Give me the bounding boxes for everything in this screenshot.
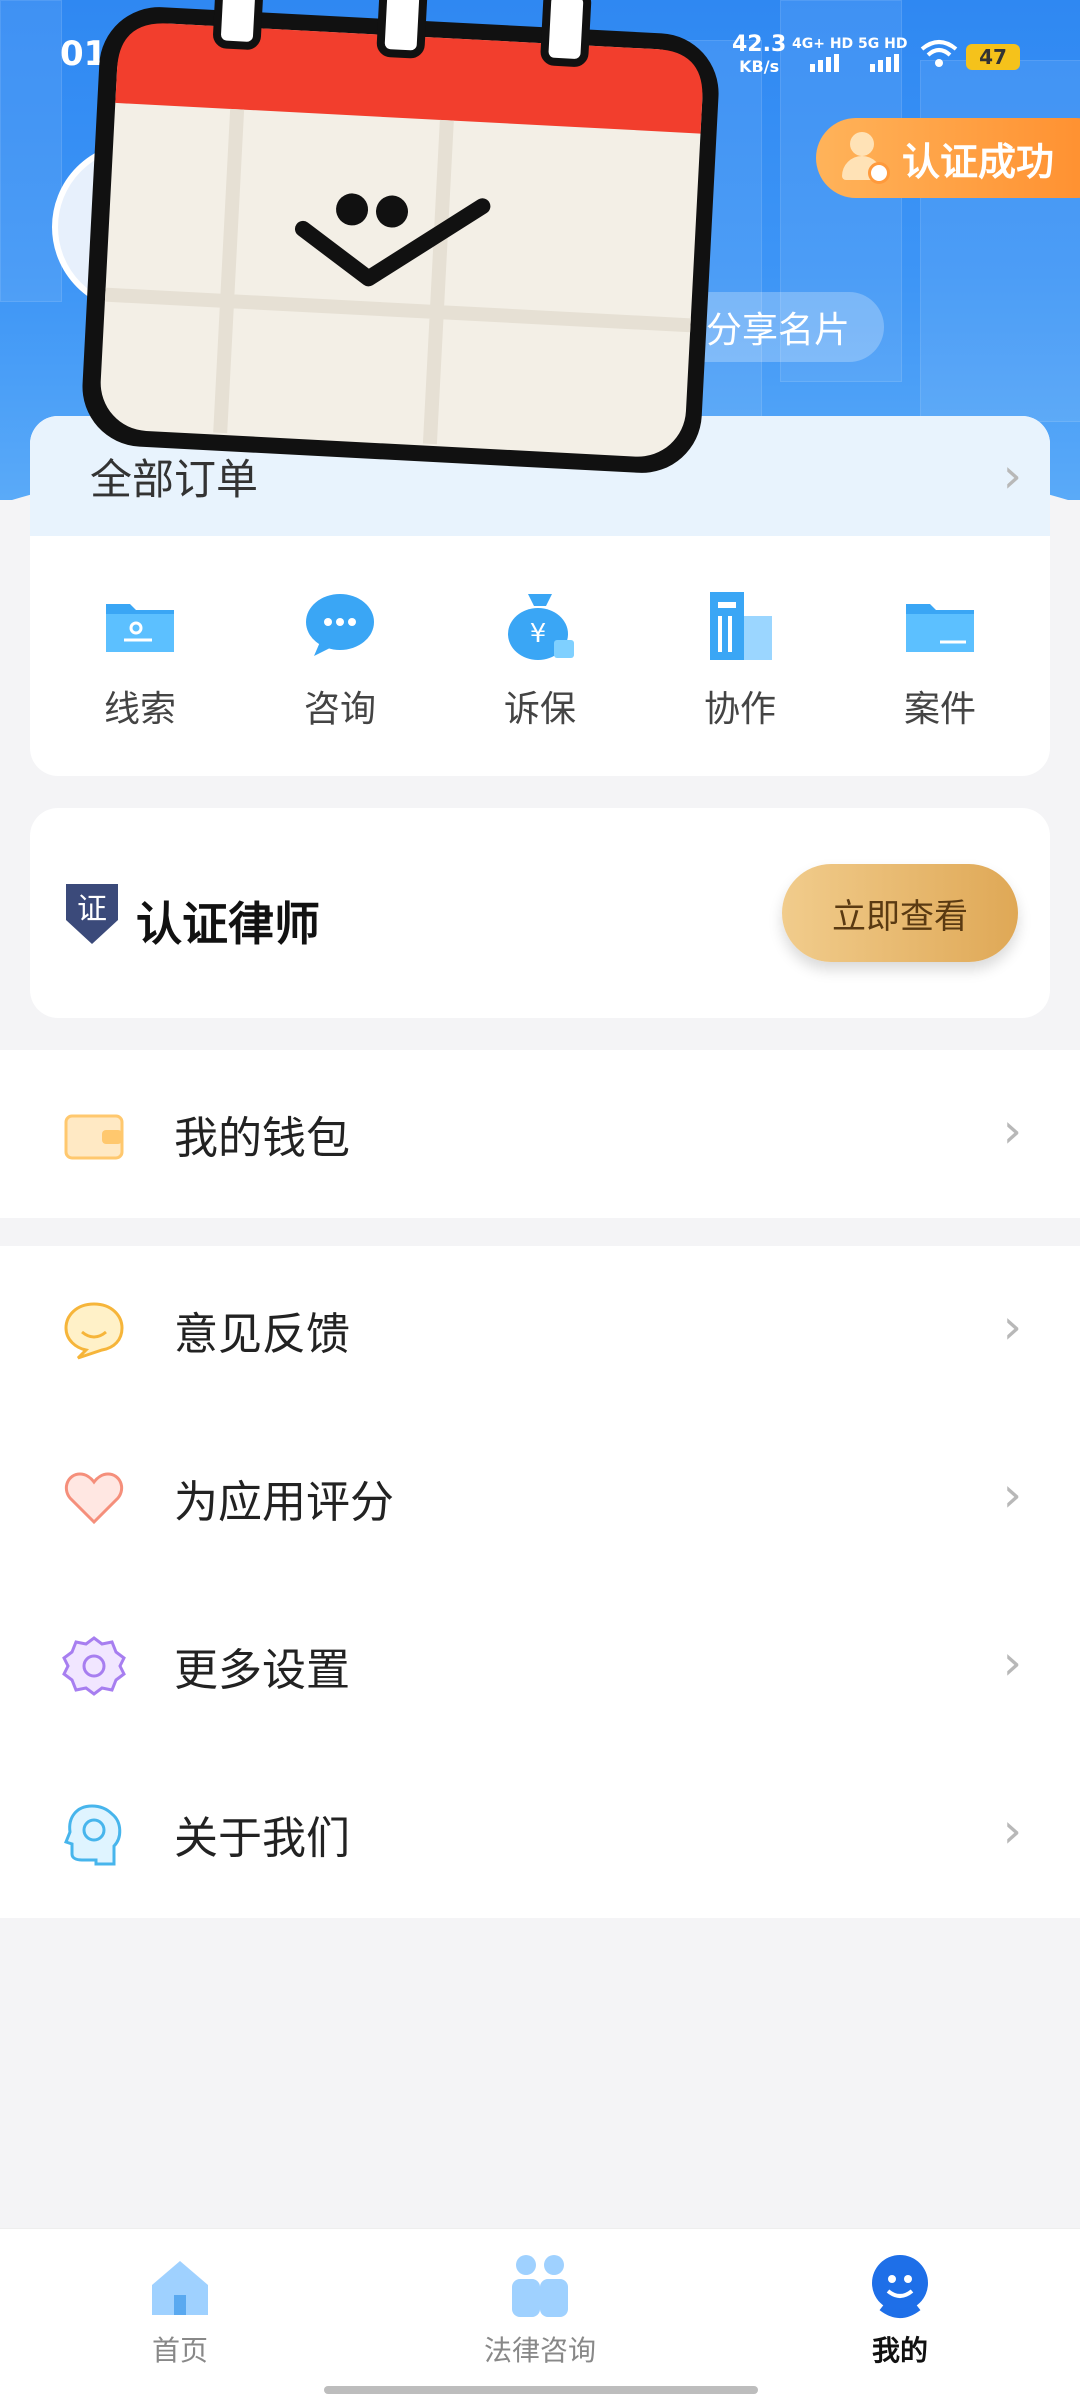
money-bag-icon: ¥	[500, 586, 580, 666]
sim2-label: 5G HD	[858, 36, 908, 52]
profile-icon	[864, 2251, 936, 2323]
svg-text:¥: ¥	[530, 619, 547, 649]
menu-item-label: 为应用评分	[174, 1477, 394, 1528]
order-category-cases[interactable]: 案件	[840, 586, 1040, 732]
menu-item-settings[interactable]: 更多设置 ›	[0, 1582, 1080, 1750]
sim1-label: 4G+ HD	[792, 36, 854, 52]
menu-item-label: 更多设置	[174, 1645, 350, 1696]
home-icon	[144, 2251, 216, 2323]
shield-icon: 证	[66, 884, 118, 944]
network-speed-unit: KB/s	[739, 57, 780, 76]
tab-label: 法律咨询	[483, 2334, 596, 2367]
tab-home[interactable]: 首页	[0, 2229, 360, 2401]
order-category-label: 协作	[703, 689, 776, 730]
wallet-section: 我的钱包 ›	[0, 1050, 1080, 1218]
sim1-signal-icon	[810, 54, 839, 72]
gear-icon	[62, 1634, 126, 1698]
network-speed: 42.3 KB/s	[732, 34, 786, 78]
wallet-icon	[62, 1102, 126, 1166]
folder-icon	[900, 586, 980, 666]
menu-item-label: 关于我们	[174, 1813, 350, 1864]
bottom-tab-bar: 首页 法律咨询 我的	[0, 2228, 1080, 2401]
chevron-right-icon: ›	[1002, 448, 1022, 504]
certified-lawyer-title: 认证律师	[136, 897, 320, 951]
sim2-signal-icon	[870, 54, 899, 72]
menu-item-about[interactable]: 关于我们 ›	[0, 1750, 1080, 1918]
battery-indicator: 47	[966, 44, 1020, 70]
settings-section: 意见反馈 › 为应用评分 › 更多设置 › 关于我们 ›	[0, 1246, 1080, 1918]
calendar-sticker-icon	[70, 0, 730, 490]
heart-icon	[62, 1466, 126, 1530]
order-category-litigation[interactable]: ¥ 诉保	[440, 586, 640, 732]
network-speed-value: 42.3	[732, 32, 787, 57]
verified-user-icon	[836, 130, 892, 186]
folder-icon	[100, 586, 180, 666]
menu-item-wallet[interactable]: 我的钱包 ›	[0, 1050, 1080, 1218]
menu-item-rate[interactable]: 为应用评分 ›	[0, 1414, 1080, 1582]
cert-success-label: 认证成功	[902, 139, 1055, 184]
building-icon	[700, 586, 780, 666]
wifi-icon	[920, 38, 958, 78]
order-categories: 线索 咨询 ¥ 诉保 协作 案件	[30, 586, 1050, 732]
order-category-consult[interactable]: 咨询	[240, 586, 440, 732]
cert-success-badge[interactable]: 认证成功	[816, 118, 1080, 198]
order-category-clues[interactable]: 线索	[40, 586, 240, 732]
tab-mine[interactable]: 我的	[720, 2229, 1080, 2401]
tab-label: 我的	[871, 2334, 928, 2367]
about-icon	[62, 1802, 126, 1866]
order-category-label: 线索	[103, 689, 176, 730]
building-decoration	[920, 60, 1080, 422]
menu-item-label: 我的钱包	[174, 1113, 350, 1164]
home-indicator[interactable]	[324, 2386, 758, 2394]
chevron-right-icon: ›	[1002, 1299, 1022, 1356]
chevron-right-icon: ›	[1002, 1103, 1022, 1160]
certified-lawyer-card: 证 认证律师 立即查看	[30, 808, 1050, 1018]
order-category-label: 咨询	[303, 689, 376, 730]
view-now-button[interactable]: 立即查看	[782, 864, 1018, 962]
chevron-right-icon: ›	[1002, 1467, 1022, 1524]
tab-legal-consult[interactable]: 法律咨询	[360, 2229, 720, 2401]
chevron-right-icon: ›	[1002, 1803, 1022, 1860]
order-category-collab[interactable]: 协作	[640, 586, 840, 732]
tab-label: 首页	[151, 2334, 208, 2367]
chevron-right-icon: ›	[1002, 1635, 1022, 1692]
feedback-icon	[62, 1298, 126, 1362]
people-icon	[504, 2251, 576, 2323]
order-category-label: 案件	[903, 689, 976, 730]
menu-item-feedback[interactable]: 意见反馈 ›	[0, 1246, 1080, 1414]
order-category-label: 诉保	[503, 689, 576, 730]
chat-bubble-icon	[300, 586, 380, 666]
menu-item-label: 意见反馈	[174, 1309, 350, 1360]
